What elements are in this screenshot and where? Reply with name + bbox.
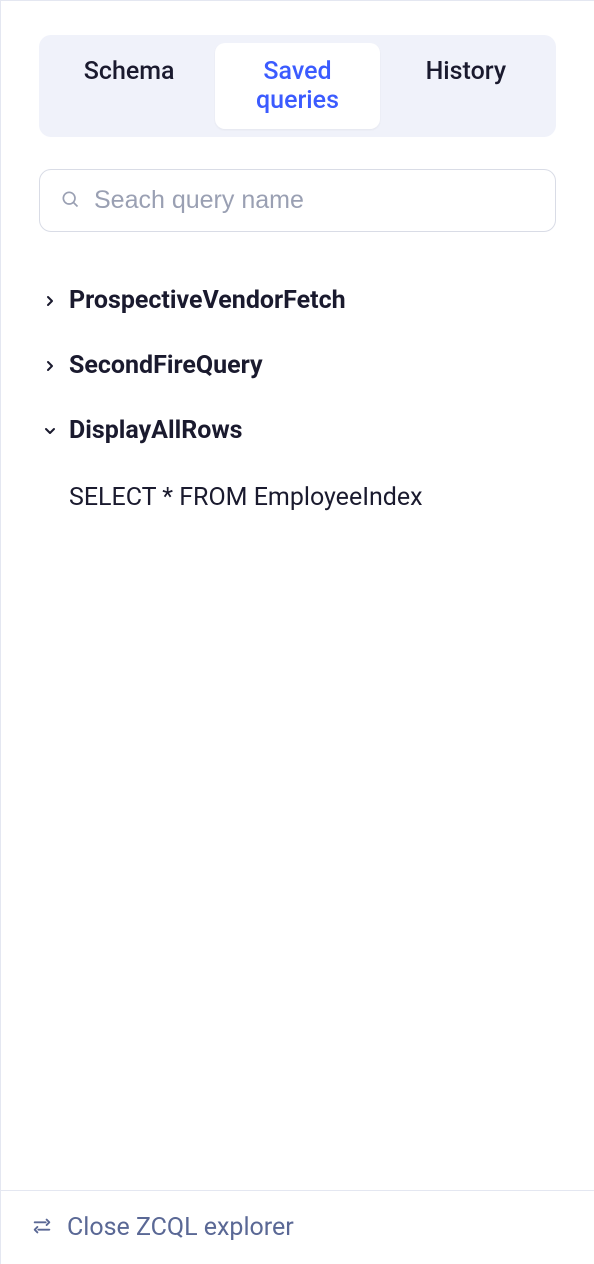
saved-query-list: ProspectiveVendorFetch SecondFireQuery D… xyxy=(39,268,556,522)
search-input[interactable] xyxy=(94,186,535,215)
collapse-icon xyxy=(31,1215,53,1241)
search-field[interactable] xyxy=(39,169,556,232)
tab-history[interactable]: History xyxy=(384,43,548,129)
query-name: ProspectiveVendorFetch xyxy=(69,286,346,315)
tab-schema[interactable]: Schema xyxy=(47,43,211,129)
tab-saved-queries[interactable]: Saved queries xyxy=(215,43,379,129)
explorer-panel: Schema Saved queries History Prospective… xyxy=(1,1,594,1190)
chevron-right-icon xyxy=(39,290,61,312)
close-explorer-button[interactable]: Close ZCQL explorer xyxy=(1,1190,594,1264)
chevron-right-icon xyxy=(39,355,61,377)
close-explorer-label: Close ZCQL explorer xyxy=(67,1213,294,1242)
query-item[interactable]: ProspectiveVendorFetch xyxy=(39,268,556,333)
query-name: DisplayAllRows xyxy=(69,416,243,445)
query-item[interactable]: SecondFireQuery xyxy=(39,333,556,398)
tabs-bar: Schema Saved queries History xyxy=(39,35,556,137)
query-body[interactable]: SELECT * FROM EmployeeIndex xyxy=(39,463,556,522)
query-name: SecondFireQuery xyxy=(69,351,263,380)
search-icon xyxy=(60,189,80,213)
query-item[interactable]: DisplayAllRows xyxy=(39,398,556,463)
chevron-down-icon xyxy=(39,420,61,442)
